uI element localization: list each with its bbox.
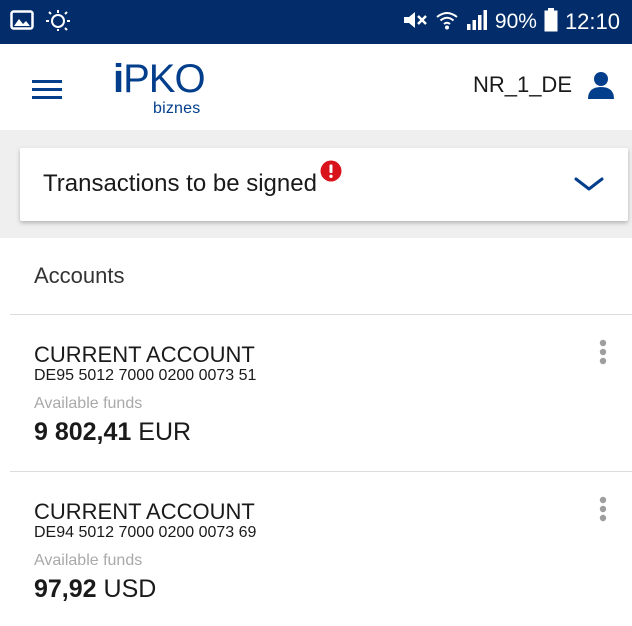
logo-pko: PKO (123, 57, 205, 101)
balance-currency: EUR (138, 418, 192, 446)
battery-percent: 90% (494, 10, 537, 33)
status-bar-left (10, 9, 70, 36)
app-header: iPKO biznes NR_1_DE (0, 44, 632, 130)
wifi-icon (435, 9, 459, 36)
logo-i: i (113, 57, 124, 101)
balance-amount: 97,92 (34, 575, 97, 603)
clock: 12:10 (564, 9, 620, 34)
logo-wordmark: iPKO (113, 56, 206, 102)
menu-button[interactable] (28, 72, 68, 106)
status-bar: 90% 12:10 (0, 0, 632, 44)
account-balance: 97,92 USD (34, 575, 156, 604)
available-funds-label: Available funds (34, 395, 143, 412)
account-type: CURRENT ACCOUNT (34, 342, 255, 367)
brightness-icon (44, 9, 70, 36)
more-options-icon[interactable] (596, 338, 610, 372)
transactions-to-sign-card[interactable]: Transactions to be signed (20, 148, 628, 221)
balance-amount: 9 802,41 (34, 418, 132, 446)
more-options-icon[interactable] (596, 495, 610, 529)
image-icon (10, 9, 34, 36)
ipko-logo: iPKO biznes (113, 56, 213, 118)
mute-icon (402, 9, 428, 36)
user-menu[interactable]: NR_1_DE (473, 70, 616, 100)
balance-currency: USD (103, 575, 157, 603)
user-icon (588, 72, 614, 99)
menu-icon (32, 80, 62, 99)
status-bar-right: 90% 12:10 (402, 7, 620, 37)
account-iban: DE94 5012 7000 0200 0073 69 (34, 524, 257, 541)
battery-icon (544, 7, 558, 37)
available-funds-label: Available funds (34, 552, 143, 569)
logo-subtitle: biznes (153, 100, 201, 117)
account-card[interactable]: CURRENT ACCOUNT DE95 5012 7000 0200 0073… (0, 314, 632, 464)
chevron-down-icon[interactable] (572, 173, 606, 195)
signal-icon (466, 9, 488, 36)
app-screen: 90% 12:10 iPKO biznes NR_1_DE Transactio… (0, 0, 632, 626)
account-type: CURRENT ACCOUNT (34, 499, 255, 524)
alert-icon (320, 160, 342, 182)
account-iban: DE95 5012 7000 0200 0073 51 (34, 367, 257, 384)
account-card[interactable]: CURRENT ACCOUNT DE94 5012 7000 0200 0073… (0, 471, 632, 621)
transactions-title: Transactions to be signed (43, 170, 317, 197)
user-name: NR_1_DE (472, 72, 572, 97)
accounts-heading: Accounts (34, 263, 125, 288)
account-balance: 9 802,41 EUR (34, 418, 191, 447)
